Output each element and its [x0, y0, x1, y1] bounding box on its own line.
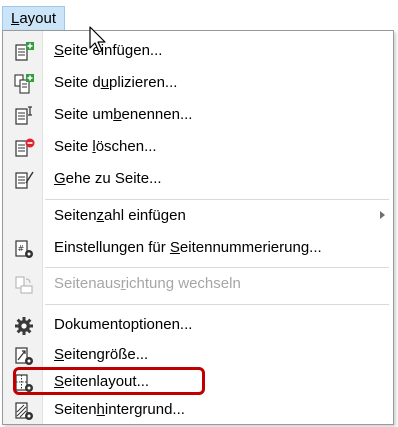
menu-item-seite-einfuegen[interactable]: Seite einfügen... [3, 38, 393, 64]
menu-item-seitengroesse[interactable]: Seitengröße... [3, 342, 393, 368]
menu-separator [45, 304, 389, 305]
svg-text:#: # [18, 244, 25, 253]
page-number-settings-icon: # [13, 238, 35, 260]
menu-item-label: Dokumentoptionen... [54, 316, 193, 333]
menu-item-seitenzahl-einfuegen[interactable]: Seitenzahl einfügen [3, 203, 393, 229]
page-delete-icon [13, 137, 35, 159]
menu-item-seitenausrichtung-wechseln: Seitenausrichtung wechseln [3, 271, 393, 297]
page-add-icon [13, 41, 35, 63]
page-layout-icon [13, 372, 35, 394]
menu-item-seitenhintergrund[interactable]: Seitenhintergrund... [3, 397, 393, 423]
menu-item-gehe-zu-seite[interactable]: Gehe zu Seite... [3, 166, 393, 192]
page-orientation-icon [13, 274, 35, 296]
menu-item-label: Seite duplizieren... [54, 74, 178, 91]
layout-menu-title[interactable]: Layout [2, 6, 66, 30]
menu-item-label: Gehe zu Seite... [54, 170, 162, 187]
menu-separator [45, 267, 389, 268]
menu-item-label: Seite löschen... [54, 138, 157, 155]
menu-separator [45, 199, 389, 200]
page-rename-icon [13, 105, 35, 127]
submenu-arrow-icon [380, 211, 385, 219]
menu-item-seite-duplizieren[interactable]: Seite duplizieren... [3, 70, 393, 96]
menu-item-seite-umbenennen[interactable]: Seite umbenennen... [3, 102, 393, 128]
mouse-cursor-icon [89, 26, 106, 53]
menu-item-einstellungen-seitennummerierung[interactable]: # Einstellungen für Seitennummerierung..… [3, 235, 393, 261]
menu-item-label: Einstellungen für Seitennummerierung... [54, 239, 322, 256]
gear-icon [13, 315, 35, 337]
menu-item-label: Seitenausrichtung wechseln [54, 275, 241, 292]
menu-item-seite-loeschen[interactable]: Seite löschen... [3, 134, 393, 160]
menu-item-label: Seitenhintergrund... [54, 401, 185, 418]
layout-menu-rest: ayout [19, 10, 57, 27]
menu-item-label: Seitenzahl einfügen [54, 207, 186, 224]
page-duplicate-icon [13, 73, 35, 95]
page-background-icon [13, 400, 35, 422]
menu-bar: Layout [0, 0, 398, 32]
menu-item-label: Seitengröße... [54, 346, 149, 363]
page-goto-icon [13, 169, 35, 191]
menu-item-label: Seite umbenennen... [54, 106, 193, 123]
menu-item-seitenlayout[interactable]: Seitenlayout... [3, 369, 393, 395]
menu-item-label: Seitenlayout... [54, 373, 150, 390]
menu-item-dokumentoptionen[interactable]: Dokumentoptionen... [3, 312, 393, 338]
page-size-icon [13, 345, 35, 367]
layout-dropdown-menu: Seite einfügen... Seite duplizieren... S… [2, 30, 394, 425]
